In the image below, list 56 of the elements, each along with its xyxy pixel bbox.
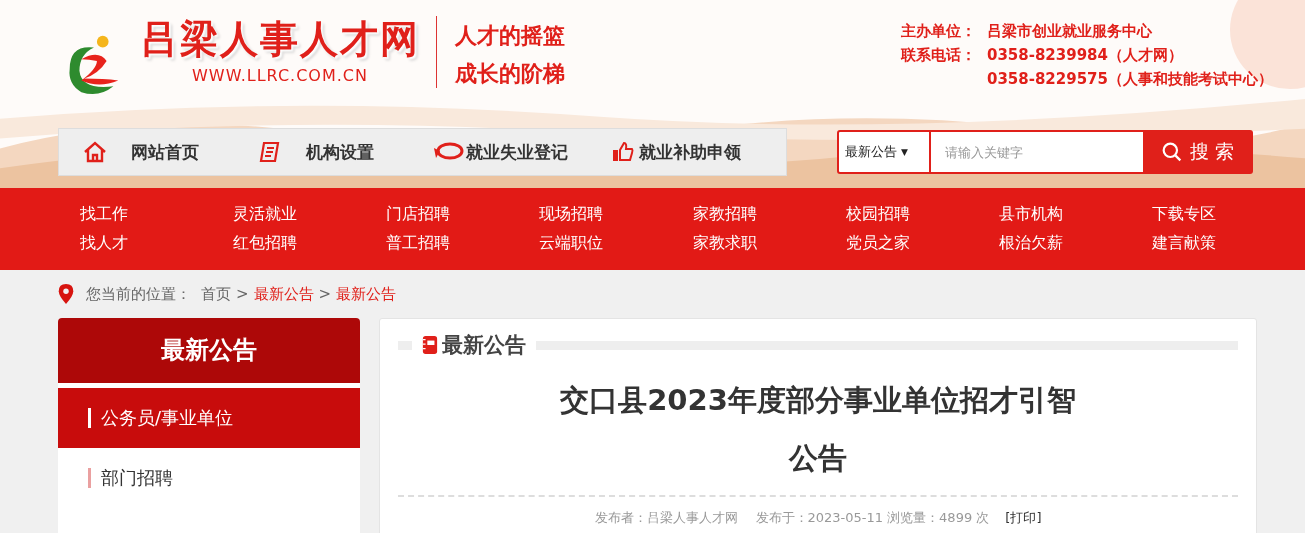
category-link[interactable]: 县市机构 [998,204,1152,225]
breadcrumb-link[interactable]: 最新公告 [336,284,397,304]
breadcrumb-link[interactable]: 首页 [201,284,231,304]
nav-link[interactable]: 就业补助申领 [611,140,786,164]
contact-value: 0358-8239984（人才网） [986,45,1183,66]
category-link[interactable]: 校园招聘 [845,204,999,225]
view-count: 浏览量：4899 次 [887,510,990,525]
document-icon [257,140,282,164]
category-link[interactable]: 现场招聘 [539,204,693,225]
category-link[interactable]: 建言献策 [1151,233,1305,254]
house-icon [83,140,107,164]
search-icon [1161,142,1182,162]
category-link[interactable]: 根治欠薪 [998,233,1152,254]
location-pin-icon [58,284,74,304]
category-link[interactable]: 红包招聘 [233,233,387,254]
contact-label: 联系电话： [900,45,977,66]
slogan: 人才的摇篮 [455,21,565,50]
contact-value: 吕梁市创业就业服务中心 [986,21,1152,42]
article-title: 公告 [787,440,848,477]
search-field[interactable]: 请输入关键字 [931,130,1143,174]
print-link[interactable]: [打印] [1005,510,1042,525]
nav-link[interactable]: 就业失业登记 [432,140,612,164]
category-link[interactable]: 找工作 [80,204,234,225]
category-link[interactable]: 门店招聘 [386,204,540,225]
category-link[interactable]: 党员之家 [845,233,999,254]
publish-date: 发布于：2023-05-11 [755,510,884,525]
category-link[interactable]: 普工招聘 [386,233,540,254]
category-link[interactable]: 灵活就业 [233,204,387,225]
caret-icon: ▼ [901,147,908,157]
speech-bubble-icon [432,142,465,162]
book-icon [422,334,438,356]
breadcrumb-link[interactable]: 最新公告 [253,284,314,304]
contact-value: 0358-8229575（人事和技能考试中心） [986,69,1273,90]
breadcrumb-label: 您当前的位置： [86,284,191,304]
category-link[interactable]: 云端职位 [539,233,693,254]
nav-link[interactable]: 网站首页 [83,140,258,164]
breadcrumb-separator: > [318,285,332,303]
sidebar-item[interactable]: 公务员/事业单位 [58,388,360,448]
slogan: 成长的阶梯 [455,59,565,88]
sidebar-item[interactable]: 部门招聘 [58,448,360,508]
publisher-text: 发布者：吕梁人事人才网 [594,510,738,525]
section-title: 最新公告 [442,332,526,359]
thumbs-up-icon [611,140,636,164]
breadcrumb-separator: > [236,285,249,303]
article-title: 交口县2023年度部分事业单位招才引智 [559,382,1077,419]
category-dropdown[interactable]: 最新公告 ▼ [837,130,931,174]
category-link[interactable]: 下载专区 [1151,204,1305,225]
category-link[interactable]: 家教招聘 [692,204,846,225]
site-name: 吕梁人事人才网 [140,16,420,63]
contact-label: 主办单位： [900,21,977,42]
search-button[interactable]: 搜 索 [1143,130,1253,174]
category-link[interactable]: 家教求职 [692,233,846,254]
category-link[interactable]: 找人才 [80,233,234,254]
sidebar-title: 最新公告 [58,318,360,383]
site-url: WWW.LLRC.COM.CN [192,66,368,85]
nav-link[interactable]: 机构设置 [257,140,433,164]
